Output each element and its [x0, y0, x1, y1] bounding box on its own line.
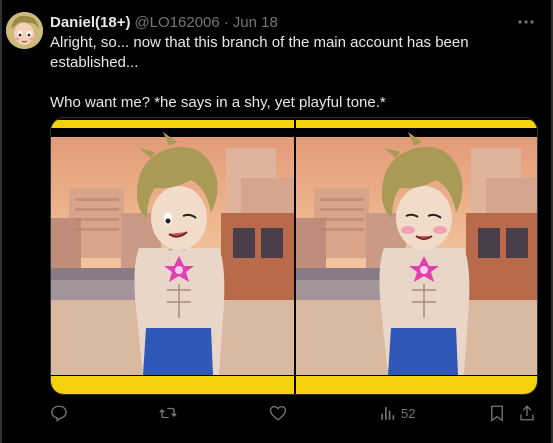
post-date[interactable]: Jun 18 — [233, 14, 278, 31]
views-chart-icon — [379, 404, 397, 422]
bookmark-icon — [488, 404, 506, 422]
reply-button[interactable] — [50, 402, 68, 424]
post-media[interactable] — [50, 117, 538, 395]
author-handle[interactable]: @LO162006 — [134, 14, 219, 31]
like-button[interactable] — [269, 402, 287, 424]
bookmark-button[interactable] — [488, 402, 506, 424]
post-header: Daniel(18+) @LO162006 · Jun 18 — [50, 12, 533, 32]
share-button[interactable] — [518, 402, 536, 424]
post-text-line-1: Alright, so... now that this branch of t… — [50, 34, 469, 71]
post-container[interactable]: Daniel(18+) @LO162006 · Jun 18 Alright, … — [0, 0, 553, 443]
repost-icon — [159, 404, 177, 422]
post-text: Alright, so... now that this branch of t… — [50, 33, 520, 113]
heart-icon — [269, 404, 287, 422]
separator-dot: · — [223, 13, 229, 31]
avatar[interactable] — [6, 12, 43, 49]
views-count: 52 — [401, 405, 416, 421]
author-name[interactable]: Daniel(18+) — [50, 14, 130, 31]
reply-icon — [50, 404, 68, 422]
post-text-line-2: Who want me? *he says in a shy, yet play… — [50, 94, 386, 111]
repost-button[interactable] — [159, 402, 177, 424]
more-options-icon[interactable] — [515, 12, 537, 32]
media-image-left[interactable] — [51, 118, 294, 394]
views-button[interactable]: 52 — [379, 402, 415, 424]
share-icon — [518, 404, 536, 422]
media-image-right[interactable] — [296, 118, 537, 394]
action-bar: 52 — [50, 402, 538, 424]
